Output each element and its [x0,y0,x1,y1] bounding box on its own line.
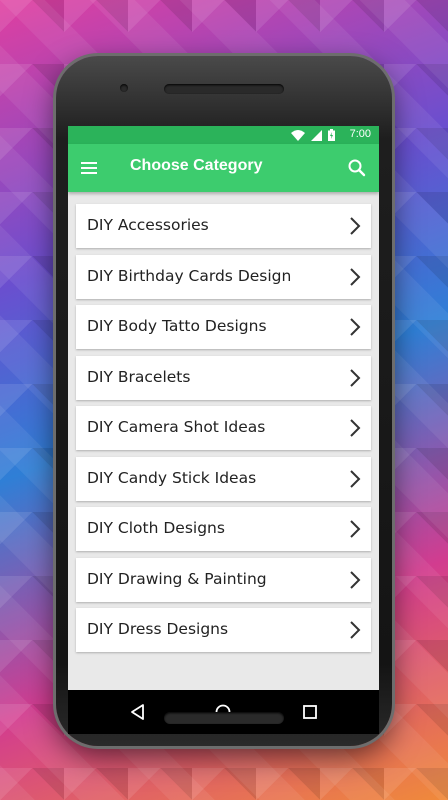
back-icon [131,704,144,720]
page-title: Choose Category [130,157,263,174]
menu-icon [81,162,97,174]
search-icon [348,159,366,177]
list-item-label: DIY Bracelets [87,367,191,386]
list-item-label: DIY Dress Designs [87,620,229,638]
list-item-label: DIY Birthday Cards Design [87,266,292,285]
list-item[interactable]: DIY Body Tatto Designs [76,305,371,349]
list-item-label: DIY Accessories [87,216,209,234]
chevron-right-icon [350,520,361,538]
app-bar: Choose Category [68,144,379,192]
signal-icon [311,129,322,141]
phone-frame: 7:00 Choose Category DIY Accessories DIY… [56,56,392,746]
list-item[interactable]: DIY Dress Designs [76,608,371,652]
chevron-right-icon [350,368,361,387]
chevron-right-icon [350,267,361,286]
battery-icon [328,129,335,141]
chevron-right-icon [350,621,361,639]
status-bar: 7:00 [68,126,379,144]
list-item-label: DIY Camera Shot Ideas [87,418,266,436]
back-button[interactable] [128,702,148,722]
chevron-right-icon [350,570,361,589]
list-item[interactable]: DIY Drawing & Painting [76,557,371,602]
menu-button[interactable] [78,156,104,180]
list-item[interactable]: DIY Cloth Designs [76,507,371,551]
wifi-icon [291,129,305,141]
list-item[interactable]: DIY Birthday Cards Design [76,254,371,299]
phone-screen: 7:00 Choose Category DIY Accessories DIY… [68,126,379,690]
list-item-label: DIY Body Tatto Designs [87,317,267,335]
list-item[interactable]: DIY Camera Shot Ideas [76,406,371,450]
list-item[interactable]: DIY Accessories [76,204,371,248]
status-icons [291,129,335,141]
chevron-right-icon [350,419,361,437]
category-list: DIY Accessories DIY Birthday Cards Desig… [76,204,371,659]
list-item[interactable]: DIY Candy Stick Ideas [76,456,371,501]
recents-icon [303,705,317,719]
recents-button[interactable] [300,702,320,722]
camera-icon [120,84,128,92]
chevron-right-icon [350,217,361,235]
chevron-right-icon [350,318,361,336]
list-item-label: DIY Cloth Designs [87,519,225,537]
bottom-speaker [164,712,284,724]
list-item-label: DIY Candy Stick Ideas [87,468,257,487]
search-button[interactable] [345,156,369,180]
earpiece-speaker [164,84,284,94]
list-item[interactable]: DIY Bracelets [76,355,371,400]
chevron-right-icon [350,469,361,488]
list-item-label: DIY Drawing & Painting [87,569,267,588]
status-time: 7:00 [349,128,371,140]
